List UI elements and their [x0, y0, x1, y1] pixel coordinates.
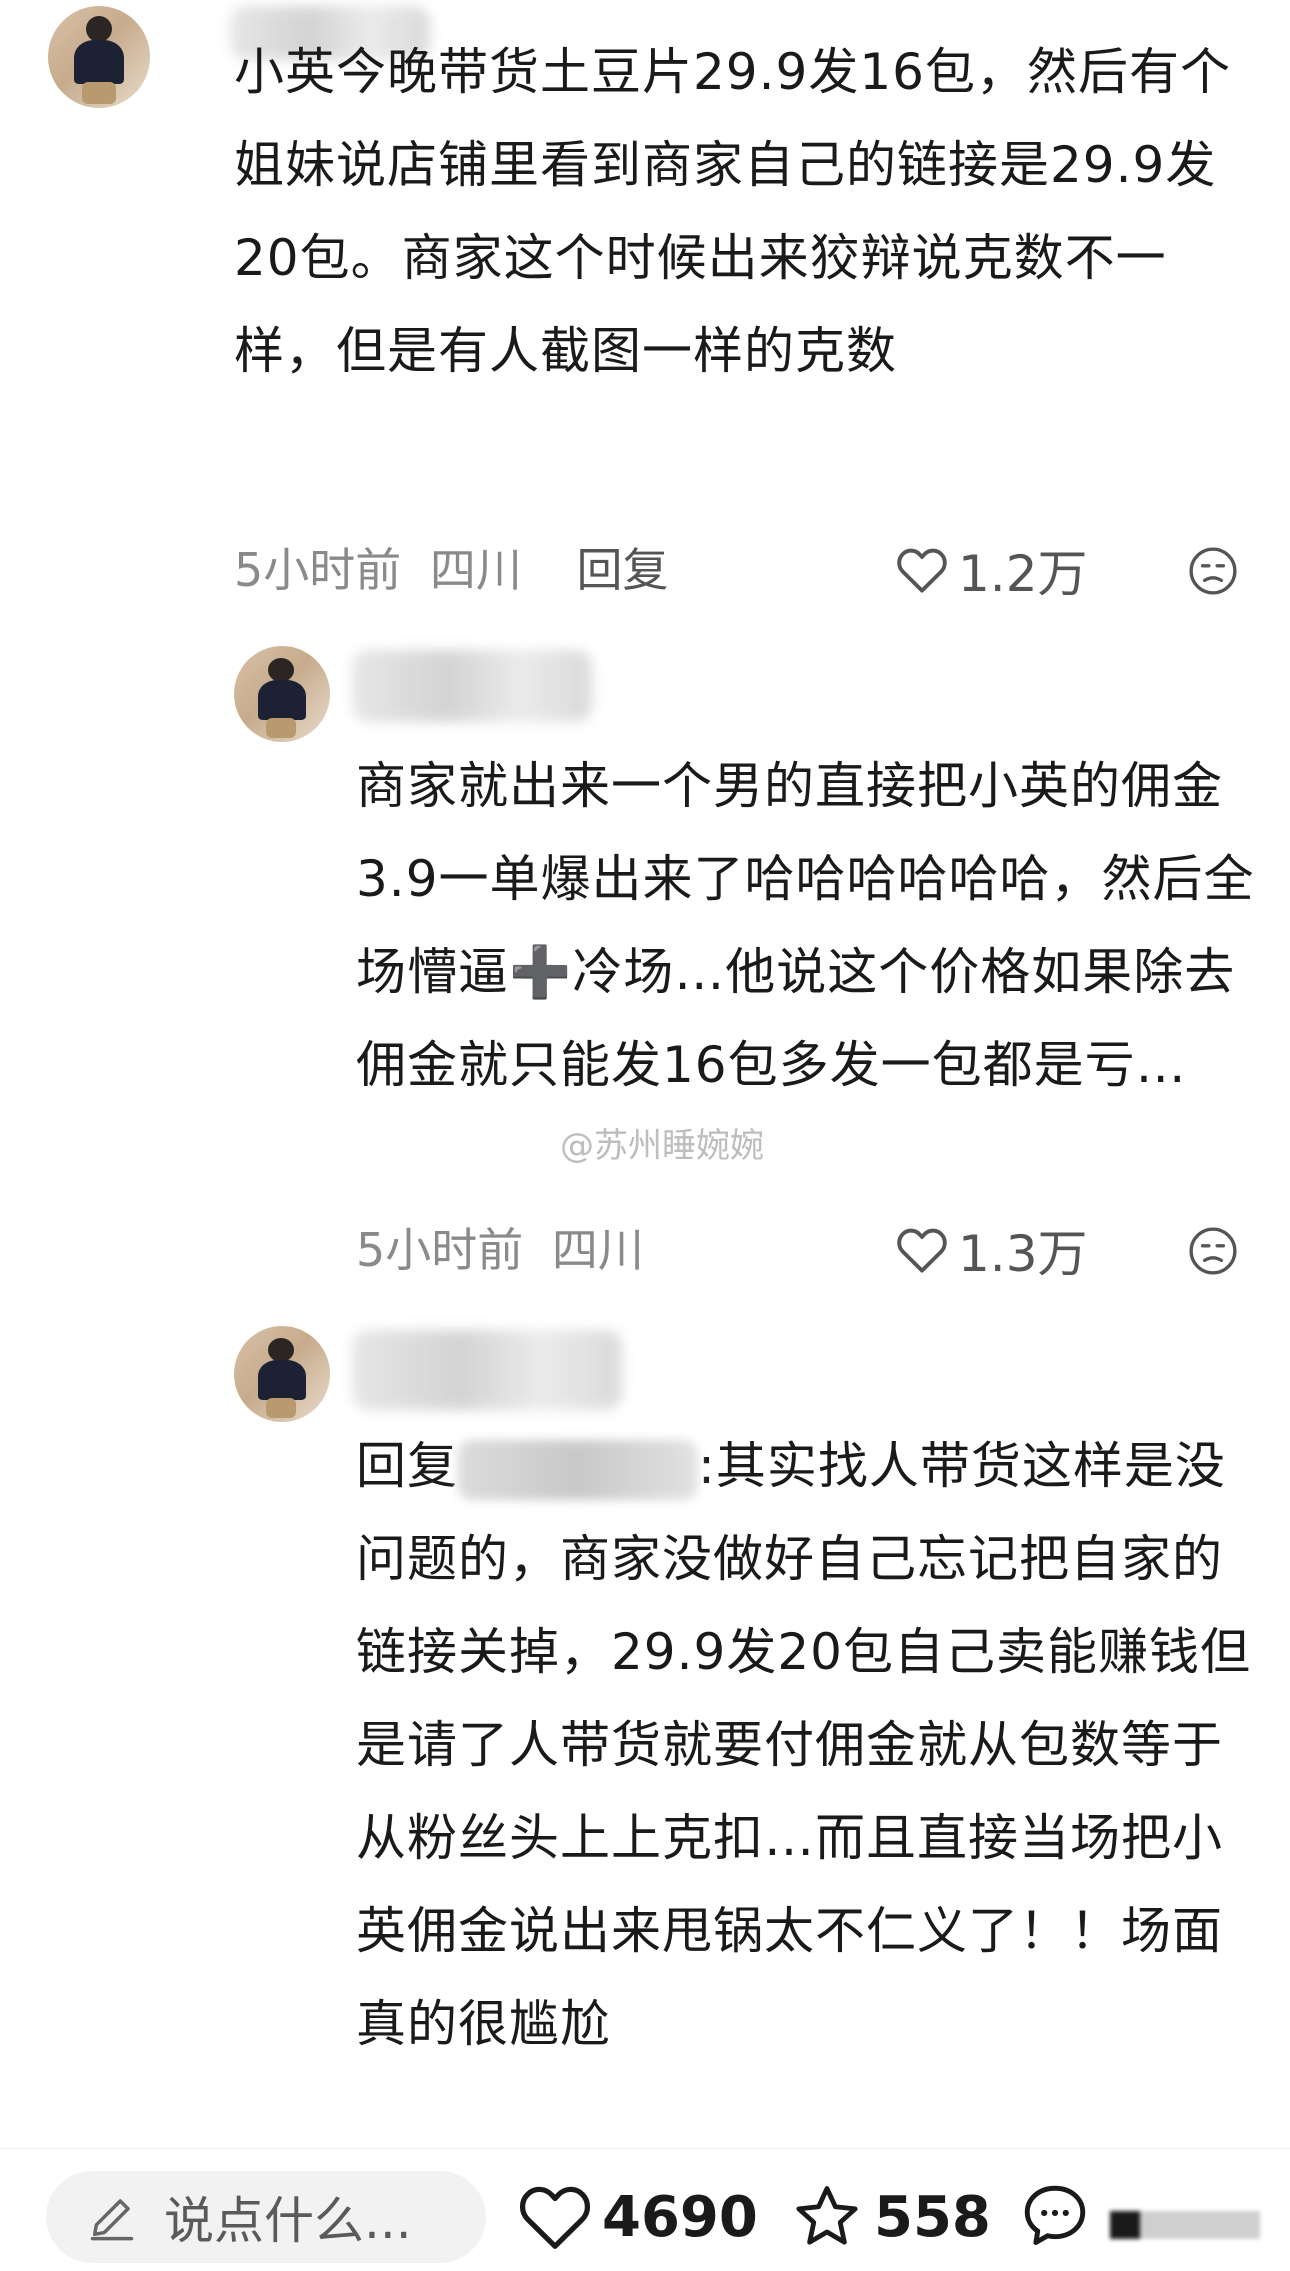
pencil-icon: [90, 2199, 134, 2241]
comment-location-2: 四川: [551, 1223, 644, 1277]
comment-meta-2: 5小时前 四川: [356, 1220, 644, 1280]
comment-input-placeholder: 说点什么...: [164, 2192, 412, 2250]
post-like-button[interactable]: 4690: [518, 2171, 758, 2263]
comment-text-3: 回复:其实找人带货这样是没问题的，商家没做好自己忘记把自家的链接关掉，29.9发…: [356, 1420, 1256, 2071]
heart-outline-icon: [519, 2186, 591, 2249]
comment-meta-1: 5小时前 四川 回复: [234, 540, 669, 600]
comment-time-2: 5小时前: [356, 1223, 524, 1277]
avatar-comment-1[interactable]: [48, 6, 150, 108]
star-outline-icon: [796, 2186, 858, 2245]
avatar-comment-2[interactable]: [234, 646, 330, 742]
avatar-comment-3[interactable]: [234, 1326, 330, 1422]
post-like-count: 4690: [602, 2184, 758, 2250]
like-count-1: 1.2万: [958, 545, 1088, 603]
like-button-1[interactable]: 1.2万: [896, 540, 1088, 603]
comment-text-3-body: :其实找人带货这样是没问题的，商家没做好自己忘记把自家的链接关掉，29.9发20…: [356, 1437, 1251, 2053]
reply-target-blurred[interactable]: [458, 1439, 698, 1500]
username-blurred-2[interactable]: [352, 650, 592, 722]
dislike-button-1[interactable]: [1188, 546, 1238, 600]
comment-count-obscured: [1110, 2211, 1260, 2239]
heart-outline-icon: [897, 548, 947, 593]
watermark: @苏州睡婉婉: [560, 1126, 764, 1166]
comment-text-2: 商家就出来一个男的直接把小英的佣金3.9一单爆出来了哈哈哈哈哈哈，然后全场懵逼➕…: [356, 757, 1255, 1094]
comment-text-1: 小英今晚带货土豆片29.9发16包，然后有个姐妹说店铺里看到商家自己的链接是29…: [234, 43, 1231, 380]
comment-time-1: 5小时前: [234, 543, 402, 597]
comment-location-1: 四川: [429, 543, 522, 597]
username-blurred-3[interactable]: [352, 1330, 622, 1410]
reply-button[interactable]: 回复: [577, 543, 669, 597]
like-button-2[interactable]: 1.3万: [896, 1220, 1088, 1283]
post-favorite-button[interactable]: 558: [790, 2171, 991, 2263]
post-favorite-count: 558: [874, 2184, 991, 2250]
reply-prefix: 回复: [356, 1437, 458, 1495]
heart-outline-icon: [897, 1228, 947, 1273]
like-count-2: 1.3万: [958, 1225, 1088, 1283]
chat-bubble-icon: [1024, 2185, 1086, 2245]
sad-face-icon: [1189, 1227, 1237, 1275]
bottom-bar: 说点什么... 4690 558: [0, 2148, 1290, 2271]
dislike-button-2[interactable]: [1188, 1226, 1238, 1280]
comment-input[interactable]: 说点什么...: [46, 2171, 486, 2263]
sad-face-icon: [1189, 547, 1237, 595]
post-comment-button[interactable]: [1016, 2179, 1094, 2257]
